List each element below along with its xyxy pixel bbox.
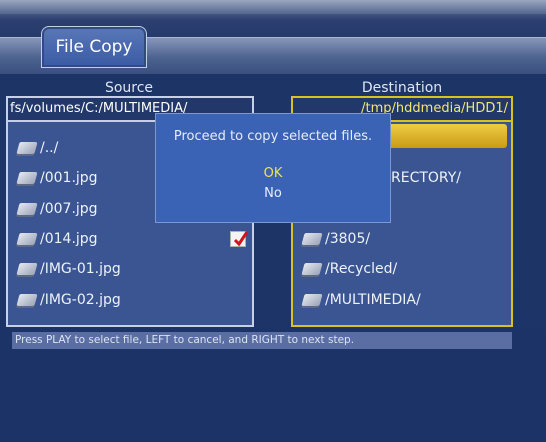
destination-heading: Destination	[361, 80, 443, 96]
destination-item-label: /3805/	[325, 231, 371, 247]
top-band	[0, 0, 546, 14]
file-icon	[16, 203, 38, 215]
dialog-message: Proceed to copy selected files.	[173, 129, 373, 144]
file-icon	[16, 233, 38, 245]
ok-button[interactable]: OK	[156, 166, 390, 181]
file-icon	[16, 142, 38, 154]
file-icon	[16, 172, 38, 184]
page-title: File Copy	[41, 26, 147, 68]
source-item[interactable]: /IMG-01.jpg	[8, 254, 252, 284]
file-icon	[16, 263, 38, 275]
source-item-label: /001.jpg	[40, 170, 98, 186]
status-hint: Press PLAY to select file, LEFT to cance…	[12, 332, 512, 349]
source-item-label: /007.jpg	[40, 201, 98, 217]
source-item-label: /../	[40, 140, 59, 156]
source-item-label: /IMG-01.jpg	[40, 261, 121, 277]
source-heading: Source	[104, 80, 154, 96]
destination-item[interactable]: /MULTIMEDIA/	[293, 285, 511, 315]
confirm-dialog: Proceed to copy selected files. OK No	[155, 113, 391, 223]
source-item[interactable]: /IMG-02.jpg	[8, 285, 252, 315]
destination-item[interactable]: /Recycled/	[293, 254, 511, 284]
checkmark-icon	[233, 231, 249, 247]
source-item-label: /014.jpg	[40, 231, 98, 247]
source-item-label: /IMG-02.jpg	[40, 292, 121, 308]
destination-item[interactable]: /3805/	[293, 224, 511, 254]
source-item[interactable]: /014.jpg	[8, 224, 252, 254]
destination-item-label: /Recycled/	[325, 261, 398, 277]
folder-icon	[301, 263, 323, 275]
folder-icon	[301, 294, 323, 306]
no-button[interactable]: No	[156, 186, 390, 201]
folder-icon	[301, 233, 323, 245]
destination-item-label: RECTORY/	[391, 170, 462, 186]
checkbox-checked[interactable]	[230, 231, 249, 247]
file-copy-screen: File Copy Source Destination fs/volumes/…	[0, 0, 546, 442]
file-icon	[16, 294, 38, 306]
destination-item-label: /MULTIMEDIA/	[325, 292, 421, 308]
